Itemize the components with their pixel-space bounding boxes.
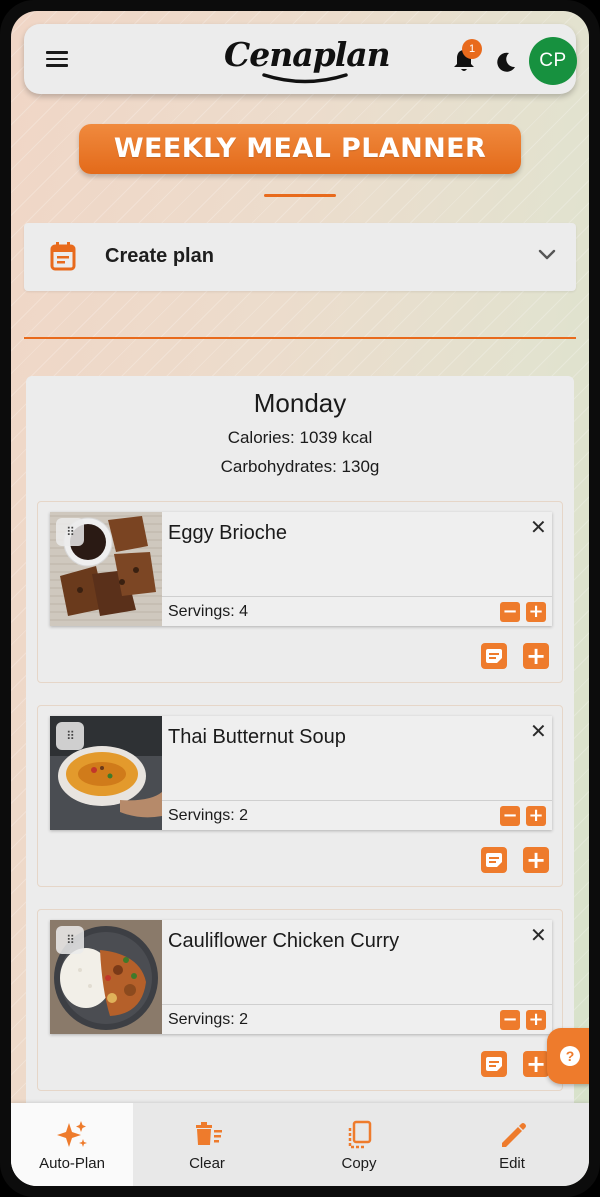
decrease-servings-button[interactable]: − (500, 602, 520, 622)
meal-photo: ⠿ (50, 512, 162, 626)
nav-auto-plan[interactable]: Auto-Plan (11, 1103, 133, 1186)
moon-icon[interactable] (495, 51, 517, 73)
drag-handle-icon[interactable]: ⠿ (56, 926, 84, 954)
menu-icon[interactable] (46, 47, 74, 71)
add-meal-button[interactable]: + (523, 1051, 549, 1077)
pencil-icon (502, 1123, 526, 1147)
day-name: Monday (253, 388, 347, 418)
day-calories: Calories: 1039 kcal (227, 428, 373, 447)
nav-edit[interactable]: Edit (452, 1103, 572, 1186)
logo-swoosh (262, 73, 348, 84)
create-plan-label: Create plan (105, 245, 214, 267)
help-button[interactable]: ? (547, 1028, 589, 1084)
meal-name[interactable]: Thai Butternut Soup (168, 726, 346, 749)
meal-item[interactable]: ⠿ Eggy Brioche ✕ Servings: 4 − + (50, 512, 552, 626)
meal-card: ⠿ Thai Butternut Soup ✕ Servings: 2 − + … (37, 705, 563, 887)
nav-edit-label: Edit (499, 1155, 525, 1172)
close-icon[interactable]: ✕ (530, 517, 547, 537)
servings-divider (162, 800, 552, 801)
meal-photo: ⠿ (50, 920, 162, 1034)
meal-card: ⠿ Eggy Brioche ✕ Servings: 4 − + + (37, 501, 563, 683)
close-icon[interactable]: ✕ (530, 925, 547, 945)
drag-handle-icon[interactable]: ⠿ (56, 722, 84, 750)
top-app-bar: Cenaplan 1 CP (24, 24, 577, 94)
meal-servings: Servings: 2 (168, 807, 249, 824)
create-plan-accordion[interactable]: Create plan (24, 223, 576, 291)
meal-photo: ⠿ (50, 716, 162, 830)
app-screen: Cenaplan 1 CP WEEKLY MEAL PLANNER Create… (11, 11, 589, 1186)
nav-clear[interactable]: Clear (147, 1103, 267, 1186)
device-frame: Cenaplan 1 CP WEEKLY MEAL PLANNER Create… (0, 0, 600, 1197)
note-icon[interactable] (481, 847, 507, 873)
increase-servings-button[interactable]: + (526, 806, 546, 826)
logo-text: Cenaplan (224, 35, 391, 74)
add-meal-button[interactable]: + (523, 643, 549, 669)
sparkles-icon (57, 1121, 87, 1147)
close-icon[interactable]: ✕ (530, 721, 547, 741)
help-icon: ? (560, 1046, 580, 1066)
note-icon[interactable] (481, 643, 507, 669)
drag-handle-icon[interactable]: ⠿ (56, 518, 84, 546)
nav-auto-plan-label: Auto-Plan (39, 1155, 105, 1172)
chevron-down-icon[interactable] (538, 249, 556, 261)
calendar-icon (50, 242, 76, 271)
nav-copy[interactable]: Copy (299, 1103, 419, 1186)
increase-servings-button[interactable]: + (526, 602, 546, 622)
day-carbohydrates: Carbohydrates: 130g (220, 457, 380, 476)
nav-copy-label: Copy (341, 1155, 377, 1172)
nav-clear-label: Clear (189, 1155, 225, 1172)
avatar[interactable]: CP (529, 37, 577, 85)
section-divider (24, 337, 576, 339)
decrease-servings-button[interactable]: − (500, 806, 520, 826)
meal-servings: Servings: 4 (168, 603, 249, 620)
meal-name[interactable]: Eggy Brioche (168, 522, 287, 545)
meal-item[interactable]: ⠿ Cauliflower Chicken Curry ✕ Servings: … (50, 920, 552, 1034)
note-icon[interactable] (481, 1051, 507, 1077)
bottom-navigation: Auto-Plan Clear Copy Edit (11, 1103, 589, 1186)
app-logo[interactable]: Cenaplan (224, 35, 391, 88)
day-card-monday: Monday Calories: 1039 kcal Carbohydrates… (26, 376, 574, 1116)
meal-card: ⠿ Cauliflower Chicken Curry ✕ Servings: … (37, 909, 563, 1091)
notification-badge: 1 (462, 39, 482, 59)
servings-divider (162, 1004, 552, 1005)
meal-name[interactable]: Cauliflower Chicken Curry (168, 930, 399, 953)
decrease-servings-button[interactable]: − (500, 1010, 520, 1030)
title-underline (264, 194, 336, 197)
page-title: WEEKLY MEAL PLANNER (79, 124, 521, 174)
add-meal-button[interactable]: + (523, 847, 549, 873)
trash-icon (196, 1122, 222, 1145)
copy-icon (348, 1120, 372, 1149)
meal-servings: Servings: 2 (168, 1011, 249, 1028)
servings-divider (162, 596, 552, 597)
meal-item[interactable]: ⠿ Thai Butternut Soup ✕ Servings: 2 − + (50, 716, 552, 830)
increase-servings-button[interactable]: + (526, 1010, 546, 1030)
